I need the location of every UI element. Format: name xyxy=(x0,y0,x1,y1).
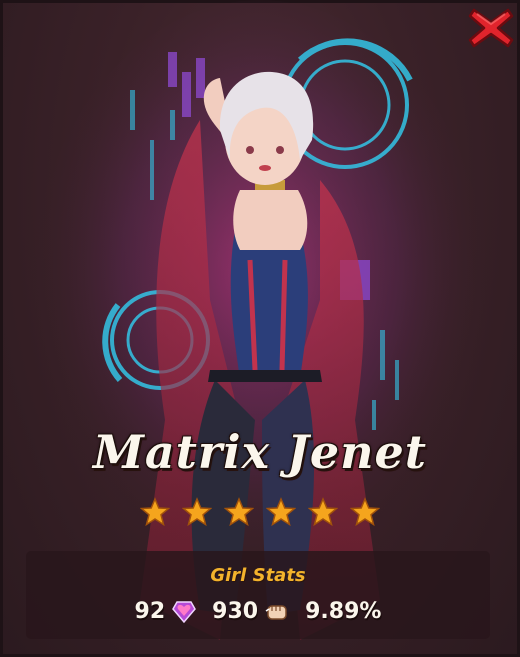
stats-title: Girl Stats xyxy=(210,565,306,586)
star-rating xyxy=(0,497,520,527)
girl-name: Matrix Jenet xyxy=(92,425,428,479)
stat-harmony-value: 92 xyxy=(134,598,166,624)
girl-stats-box: Girl Stats 92 930 9.89% xyxy=(26,551,490,639)
star-icon xyxy=(308,497,338,527)
close-x-icon xyxy=(468,8,514,48)
girl-detail-panel: Matrix Jenet Girl Stats 92 930 9.89% xyxy=(0,0,520,657)
star-icon xyxy=(140,497,170,527)
power-fist-icon xyxy=(265,605,287,620)
stats-row: 92 930 9.89% xyxy=(26,597,490,625)
close-button[interactable] xyxy=(468,6,514,50)
stat-power: 930 xyxy=(212,597,291,625)
stat-percentage-value: 9.89% xyxy=(305,598,382,624)
star-icon xyxy=(350,497,380,527)
star-icon xyxy=(224,497,254,527)
stat-harmony: 92 xyxy=(135,597,199,625)
stat-percentage: 9.89% xyxy=(305,599,381,624)
star-icon xyxy=(182,497,212,527)
stat-power-value: 930 xyxy=(212,598,259,624)
harmony-gem-icon xyxy=(172,601,197,624)
star-icon xyxy=(266,497,296,527)
